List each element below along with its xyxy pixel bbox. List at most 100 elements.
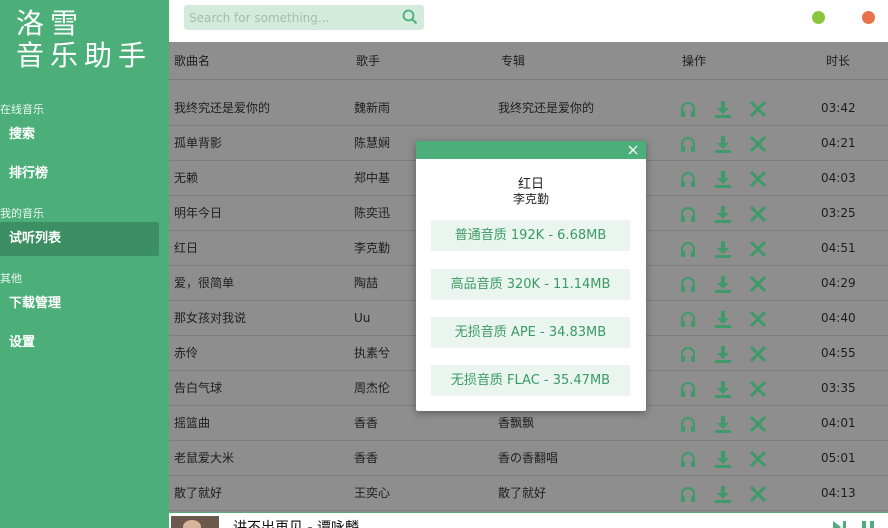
next-track-icon[interactable] bbox=[831, 519, 851, 528]
search-icon[interactable] bbox=[402, 9, 418, 25]
close-x-icon[interactable] bbox=[748, 344, 768, 364]
song-title: 红日 bbox=[174, 241, 199, 255]
close-x-icon[interactable] bbox=[748, 379, 768, 399]
song-title: 无赖 bbox=[174, 171, 199, 185]
song-duration: 04:13 bbox=[821, 486, 856, 500]
quality-high-button[interactable]: 高品音质 320K - 11.14MB bbox=[431, 269, 630, 300]
quality-dialog: 红日 李克勤 普通音质 192K - 6.68MB 高品音质 320K - 11… bbox=[416, 141, 646, 411]
top-bar bbox=[169, 0, 888, 42]
logo-line-1: 洛雪 bbox=[16, 7, 85, 40]
close-x-icon[interactable] bbox=[748, 414, 768, 434]
minimize-button[interactable] bbox=[812, 11, 825, 24]
section-title-my-music: 我的音乐 bbox=[0, 207, 44, 220]
song-duration: 05:01 bbox=[821, 451, 856, 465]
headphones-icon[interactable] bbox=[678, 239, 698, 259]
song-album: 我终究还是爱你的 bbox=[498, 101, 595, 115]
header-album: 专辑 bbox=[501, 54, 526, 68]
headphones-icon[interactable] bbox=[678, 204, 698, 224]
headphones-icon[interactable] bbox=[678, 449, 698, 469]
download-icon[interactable] bbox=[713, 169, 733, 189]
close-x-icon[interactable] bbox=[748, 204, 768, 224]
song-title: 告白气球 bbox=[174, 381, 223, 395]
song-duration: 04:40 bbox=[821, 311, 856, 325]
sidebar-item-search[interactable]: 搜索 bbox=[0, 118, 159, 152]
headphones-icon[interactable] bbox=[678, 484, 698, 504]
song-album: 散了就好 bbox=[498, 486, 547, 500]
song-title: 明年今日 bbox=[174, 206, 223, 220]
close-x-icon[interactable] bbox=[748, 309, 768, 329]
download-icon[interactable] bbox=[713, 99, 733, 119]
headphones-icon[interactable] bbox=[678, 134, 698, 154]
download-icon[interactable] bbox=[713, 134, 733, 154]
download-icon[interactable] bbox=[713, 484, 733, 504]
headphones-icon[interactable] bbox=[678, 274, 698, 294]
dialog-header bbox=[416, 141, 646, 159]
dialog-song-artist: 李克勤 bbox=[512, 192, 549, 206]
song-title: 那女孩对我说 bbox=[174, 311, 247, 325]
song-duration: 04:55 bbox=[821, 346, 856, 360]
song-album: 香飘飘 bbox=[498, 416, 535, 430]
table-header: 歌曲名 歌手 专辑 操作 时长 bbox=[169, 42, 888, 80]
download-icon[interactable] bbox=[713, 239, 733, 259]
close-x-icon[interactable] bbox=[748, 484, 768, 504]
album-cover[interactable] bbox=[171, 516, 219, 528]
song-title: 散了就好 bbox=[174, 486, 223, 500]
headphones-icon[interactable] bbox=[678, 344, 698, 364]
close-x-icon[interactable] bbox=[748, 274, 768, 294]
close-x-icon[interactable] bbox=[748, 169, 768, 189]
app-logo: 洛雪 音乐助手 bbox=[16, 8, 152, 72]
pause-icon[interactable] bbox=[859, 519, 879, 528]
sidebar-item-charts[interactable]: 排行榜 bbox=[0, 157, 159, 191]
header-actions: 操作 bbox=[682, 54, 707, 68]
logo-line-2: 音乐助手 bbox=[16, 39, 153, 72]
download-icon[interactable] bbox=[713, 414, 733, 434]
song-duration: 04:03 bbox=[821, 171, 856, 185]
download-icon[interactable] bbox=[713, 204, 733, 224]
song-duration: 04:51 bbox=[821, 241, 856, 255]
sidebar-item-downloads[interactable]: 下载管理 bbox=[0, 287, 159, 321]
section-title-online: 在线音乐 bbox=[0, 103, 44, 116]
close-x-icon[interactable] bbox=[748, 239, 768, 259]
section-title-other: 其他 bbox=[0, 272, 22, 285]
song-title: 摇篮曲 bbox=[174, 416, 211, 430]
headphones-icon[interactable] bbox=[678, 169, 698, 189]
song-duration: 03:35 bbox=[821, 381, 856, 395]
download-icon[interactable] bbox=[713, 309, 733, 329]
table-row[interactable]: 散了就好 王奕心 散了就好 04:13 bbox=[169, 476, 888, 511]
search-input[interactable] bbox=[189, 8, 394, 27]
song-duration: 03:25 bbox=[821, 206, 856, 220]
table-row[interactable]: 我终究还是爱你的 魏新雨 我终究还是爱你的 03:42 bbox=[169, 91, 888, 126]
song-title: 赤伶 bbox=[174, 346, 199, 360]
song-artist: 王奕心 bbox=[354, 486, 391, 500]
sidebar-item-settings[interactable]: 设置 bbox=[0, 326, 159, 360]
song-artist: 香香 bbox=[354, 416, 379, 430]
headphones-icon[interactable] bbox=[678, 99, 698, 119]
close-x-icon[interactable] bbox=[748, 134, 768, 154]
header-duration: 时长 bbox=[826, 54, 851, 68]
song-title: 老鼠爱大米 bbox=[174, 451, 235, 465]
quality-flac-button[interactable]: 无损音质 FLAC - 35.47MB bbox=[431, 365, 630, 396]
song-title: 孤单背影 bbox=[174, 136, 223, 150]
close-icon[interactable] bbox=[625, 142, 641, 158]
quality-ape-button[interactable]: 无损音质 APE - 34.83MB bbox=[431, 317, 630, 348]
headphones-icon[interactable] bbox=[678, 414, 698, 434]
close-x-icon[interactable] bbox=[748, 449, 768, 469]
close-x-icon[interactable] bbox=[748, 99, 768, 119]
song-duration: 04:21 bbox=[821, 136, 856, 150]
song-artist: 魏新雨 bbox=[354, 101, 391, 115]
table-row[interactable]: 老鼠爱大米 香香 香の香翻唱 05:01 bbox=[169, 441, 888, 476]
header-artist: 歌手 bbox=[356, 54, 381, 68]
download-icon[interactable] bbox=[713, 344, 733, 364]
table-row[interactable]: 摇篮曲 香香 香飘飘 04:01 bbox=[169, 406, 888, 441]
header-title: 歌曲名 bbox=[174, 54, 211, 68]
close-window-button[interactable] bbox=[862, 11, 875, 24]
headphones-icon[interactable] bbox=[678, 379, 698, 399]
download-icon[interactable] bbox=[713, 449, 733, 469]
download-icon[interactable] bbox=[713, 379, 733, 399]
search-box bbox=[184, 5, 424, 30]
sidebar-item-trial-list[interactable]: 试听列表 bbox=[0, 222, 159, 256]
song-album: 香の香翻唱 bbox=[498, 451, 559, 465]
headphones-icon[interactable] bbox=[678, 309, 698, 329]
download-icon[interactable] bbox=[713, 274, 733, 294]
quality-standard-button[interactable]: 普通音质 192K - 6.68MB bbox=[431, 220, 630, 251]
